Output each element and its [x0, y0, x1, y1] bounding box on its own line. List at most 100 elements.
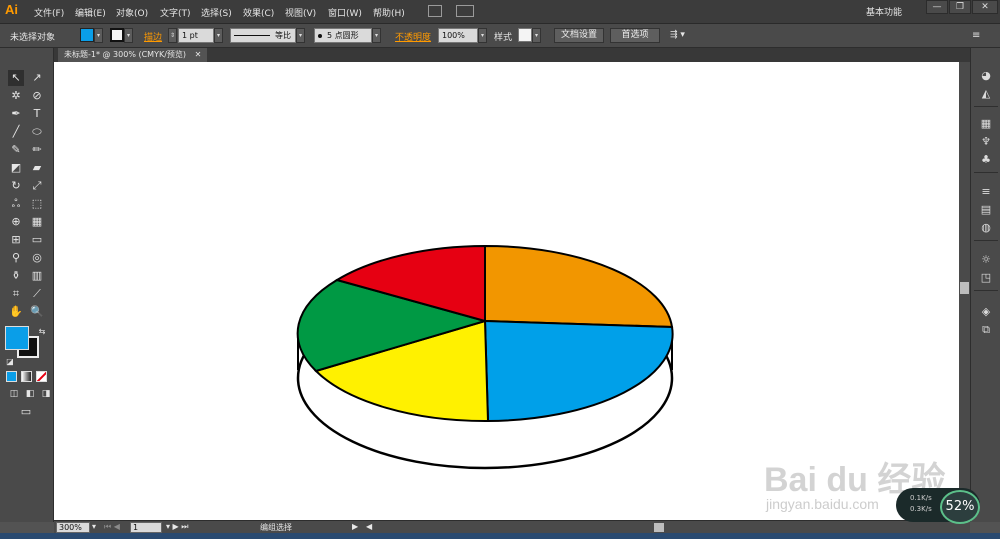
menu-type[interactable]: 文字(T)	[160, 6, 191, 19]
slice-tool-icon[interactable]: ⟋	[29, 286, 45, 302]
zoom-level-input[interactable]: 300%	[56, 522, 90, 533]
stroke-weight-dropdown[interactable]: ▾	[214, 28, 223, 43]
ellipse-tool-icon[interactable]: ⬭	[29, 124, 45, 140]
variable-width-profile[interactable]: 等比	[230, 28, 296, 43]
screen-mode-icon[interactable]: ▭	[18, 404, 34, 420]
color-mode-icon[interactable]	[6, 371, 17, 382]
opacity-dropdown[interactable]: ▾	[478, 28, 487, 43]
menu-select[interactable]: 选择(S)	[201, 6, 232, 19]
selection-tool-icon[interactable]: ↖	[8, 70, 24, 86]
profile-dropdown[interactable]: ▾	[296, 28, 305, 43]
rotate-tool-icon[interactable]: ↻	[8, 178, 24, 194]
artboard-tool-icon[interactable]: ⌗	[8, 286, 24, 302]
menu-object[interactable]: 对象(O)	[116, 6, 148, 19]
lasso-tool-icon[interactable]: ⊘	[29, 88, 45, 104]
usage-percent-badge[interactable]: 52%	[940, 490, 980, 524]
blob-brush-tool-icon[interactable]: ◩	[8, 160, 24, 176]
vertical-scroll-thumb[interactable]	[960, 282, 969, 294]
artboards-icon[interactable]: ⧉	[978, 322, 994, 338]
close-button[interactable]: ✕	[972, 0, 998, 14]
tab-close-icon[interactable]: ✕	[195, 50, 202, 59]
brushes-icon[interactable]: ♆	[978, 134, 994, 150]
style-dropdown[interactable]: ▾	[532, 28, 541, 43]
symbol-sprayer-tool-icon[interactable]: ⚱	[8, 268, 24, 284]
color-guide-icon[interactable]: ◭	[978, 86, 994, 102]
free-transform-tool-icon[interactable]: ⬚	[29, 196, 45, 212]
scale-tool-icon[interactable]: ⤢	[29, 178, 45, 194]
scroll-left-icon[interactable]: ◀	[366, 522, 372, 531]
workspace-switcher[interactable]: 基本功能	[866, 5, 902, 18]
none-mode-icon[interactable]	[36, 371, 47, 382]
eraser-tool-icon[interactable]: ▰	[29, 160, 45, 176]
warp-tool-icon[interactable]: ஃ	[8, 196, 24, 212]
minimize-button[interactable]: —	[926, 0, 948, 14]
menu-view[interactable]: 视图(V)	[285, 6, 316, 19]
stroke-stepper[interactable]: ⇕	[168, 28, 177, 43]
arrange-documents-icon[interactable]	[456, 5, 474, 17]
document-tab[interactable]: 未标题-1* @ 300% (CMYK/预览) ✕	[58, 48, 208, 62]
menu-effect[interactable]: 效果(C)	[243, 6, 274, 19]
color-panel-icon[interactable]: ◕	[978, 68, 994, 84]
stroke-label[interactable]: 描边	[144, 30, 162, 43]
artboard-nav-icon[interactable]: ▾ ▶ ⏭	[166, 522, 188, 532]
menu-file[interactable]: 文件(F)	[34, 6, 64, 19]
appearance-icon[interactable]: ☼	[978, 252, 994, 268]
fill-swatch[interactable]	[80, 28, 94, 42]
orange-slice[interactable]	[484, 244, 674, 329]
draw-normal-icon[interactable]: ◫	[6, 386, 22, 402]
restore-button[interactable]: ❐	[949, 0, 971, 14]
stroke-panel-icon[interactable]: ≡	[978, 184, 994, 200]
eyedropper-tool-icon[interactable]: ⚲	[8, 250, 24, 266]
vertical-scrollbar[interactable]	[959, 62, 970, 520]
default-colors-icon[interactable]: ◪	[2, 354, 18, 370]
type-tool-icon[interactable]: T	[29, 106, 45, 122]
control-menu-icon[interactable]: ≡	[972, 30, 980, 41]
paintbrush-tool-icon[interactable]: ✎	[8, 142, 24, 158]
magic-wand-tool-icon[interactable]: ✲	[8, 88, 24, 104]
preferences-button[interactable]: 首选项	[610, 28, 660, 43]
draw-inside-icon[interactable]: ◨	[38, 386, 54, 402]
align-options-icon[interactable]: ⇶ ▾	[670, 30, 685, 40]
transparency-icon[interactable]: ◍	[978, 220, 994, 236]
first-artboard-icon[interactable]: ⏮ ◀	[104, 522, 120, 532]
zoom-dropdown-icon[interactable]: ▾	[92, 522, 96, 531]
graphic-style-swatch[interactable]	[518, 28, 532, 42]
pencil-tool-icon[interactable]: ✏	[29, 142, 45, 158]
brush-dropdown[interactable]: ▾	[372, 28, 381, 43]
stroke-dropdown[interactable]: ▾	[124, 28, 133, 43]
swatches-icon[interactable]: ▦	[978, 116, 994, 132]
gradient-tool-icon[interactable]: ▭	[29, 232, 45, 248]
bridge-icon[interactable]	[428, 5, 442, 17]
horizontal-scroll-thumb[interactable]	[654, 523, 664, 532]
brush-definition[interactable]: 5 点圆形	[314, 28, 372, 43]
layers-icon[interactable]: ◈	[978, 304, 994, 320]
document-settings-button[interactable]: 文档设置	[554, 28, 604, 43]
opacity-input[interactable]: 100%	[438, 28, 478, 43]
menu-window[interactable]: 窗口(W)	[328, 6, 362, 19]
gradient-mode-icon[interactable]	[21, 371, 32, 382]
stroke-weight-input[interactable]: 1 pt	[178, 28, 214, 43]
graphic-styles-icon[interactable]: ◳	[978, 270, 994, 286]
zoom-tool-icon[interactable]: 🔍	[29, 304, 45, 320]
shape-builder-tool-icon[interactable]: ⊕	[8, 214, 24, 230]
menu-edit[interactable]: 编辑(E)	[75, 6, 106, 19]
opacity-label[interactable]: 不透明度	[395, 30, 431, 43]
gradient-panel-icon[interactable]: ▤	[978, 202, 994, 218]
hand-tool-icon[interactable]: ✋	[8, 304, 24, 320]
pen-tool-icon[interactable]: ✒	[8, 106, 24, 122]
mesh-tool-icon[interactable]: ⊞	[8, 232, 24, 248]
line-tool-icon[interactable]: ╱	[8, 124, 24, 140]
menu-help[interactable]: 帮助(H)	[373, 6, 405, 19]
stroke-swatch[interactable]	[110, 28, 124, 42]
symbols-icon[interactable]: ♣	[978, 152, 994, 168]
swap-colors-icon[interactable]: ⇆	[34, 324, 50, 340]
blend-tool-icon[interactable]: ◎	[29, 250, 45, 266]
fill-dropdown[interactable]: ▾	[94, 28, 103, 43]
fill-color-box[interactable]	[5, 326, 29, 350]
column-graph-tool-icon[interactable]: ▥	[29, 268, 45, 284]
status-menu-icon[interactable]: ▶	[352, 522, 358, 531]
perspective-grid-tool-icon[interactable]: ▦	[29, 214, 45, 230]
draw-behind-icon[interactable]: ◧	[22, 386, 38, 402]
direct-selection-tool-icon[interactable]: ↗	[29, 70, 45, 86]
artboard-number-input[interactable]: 1	[130, 522, 162, 533]
